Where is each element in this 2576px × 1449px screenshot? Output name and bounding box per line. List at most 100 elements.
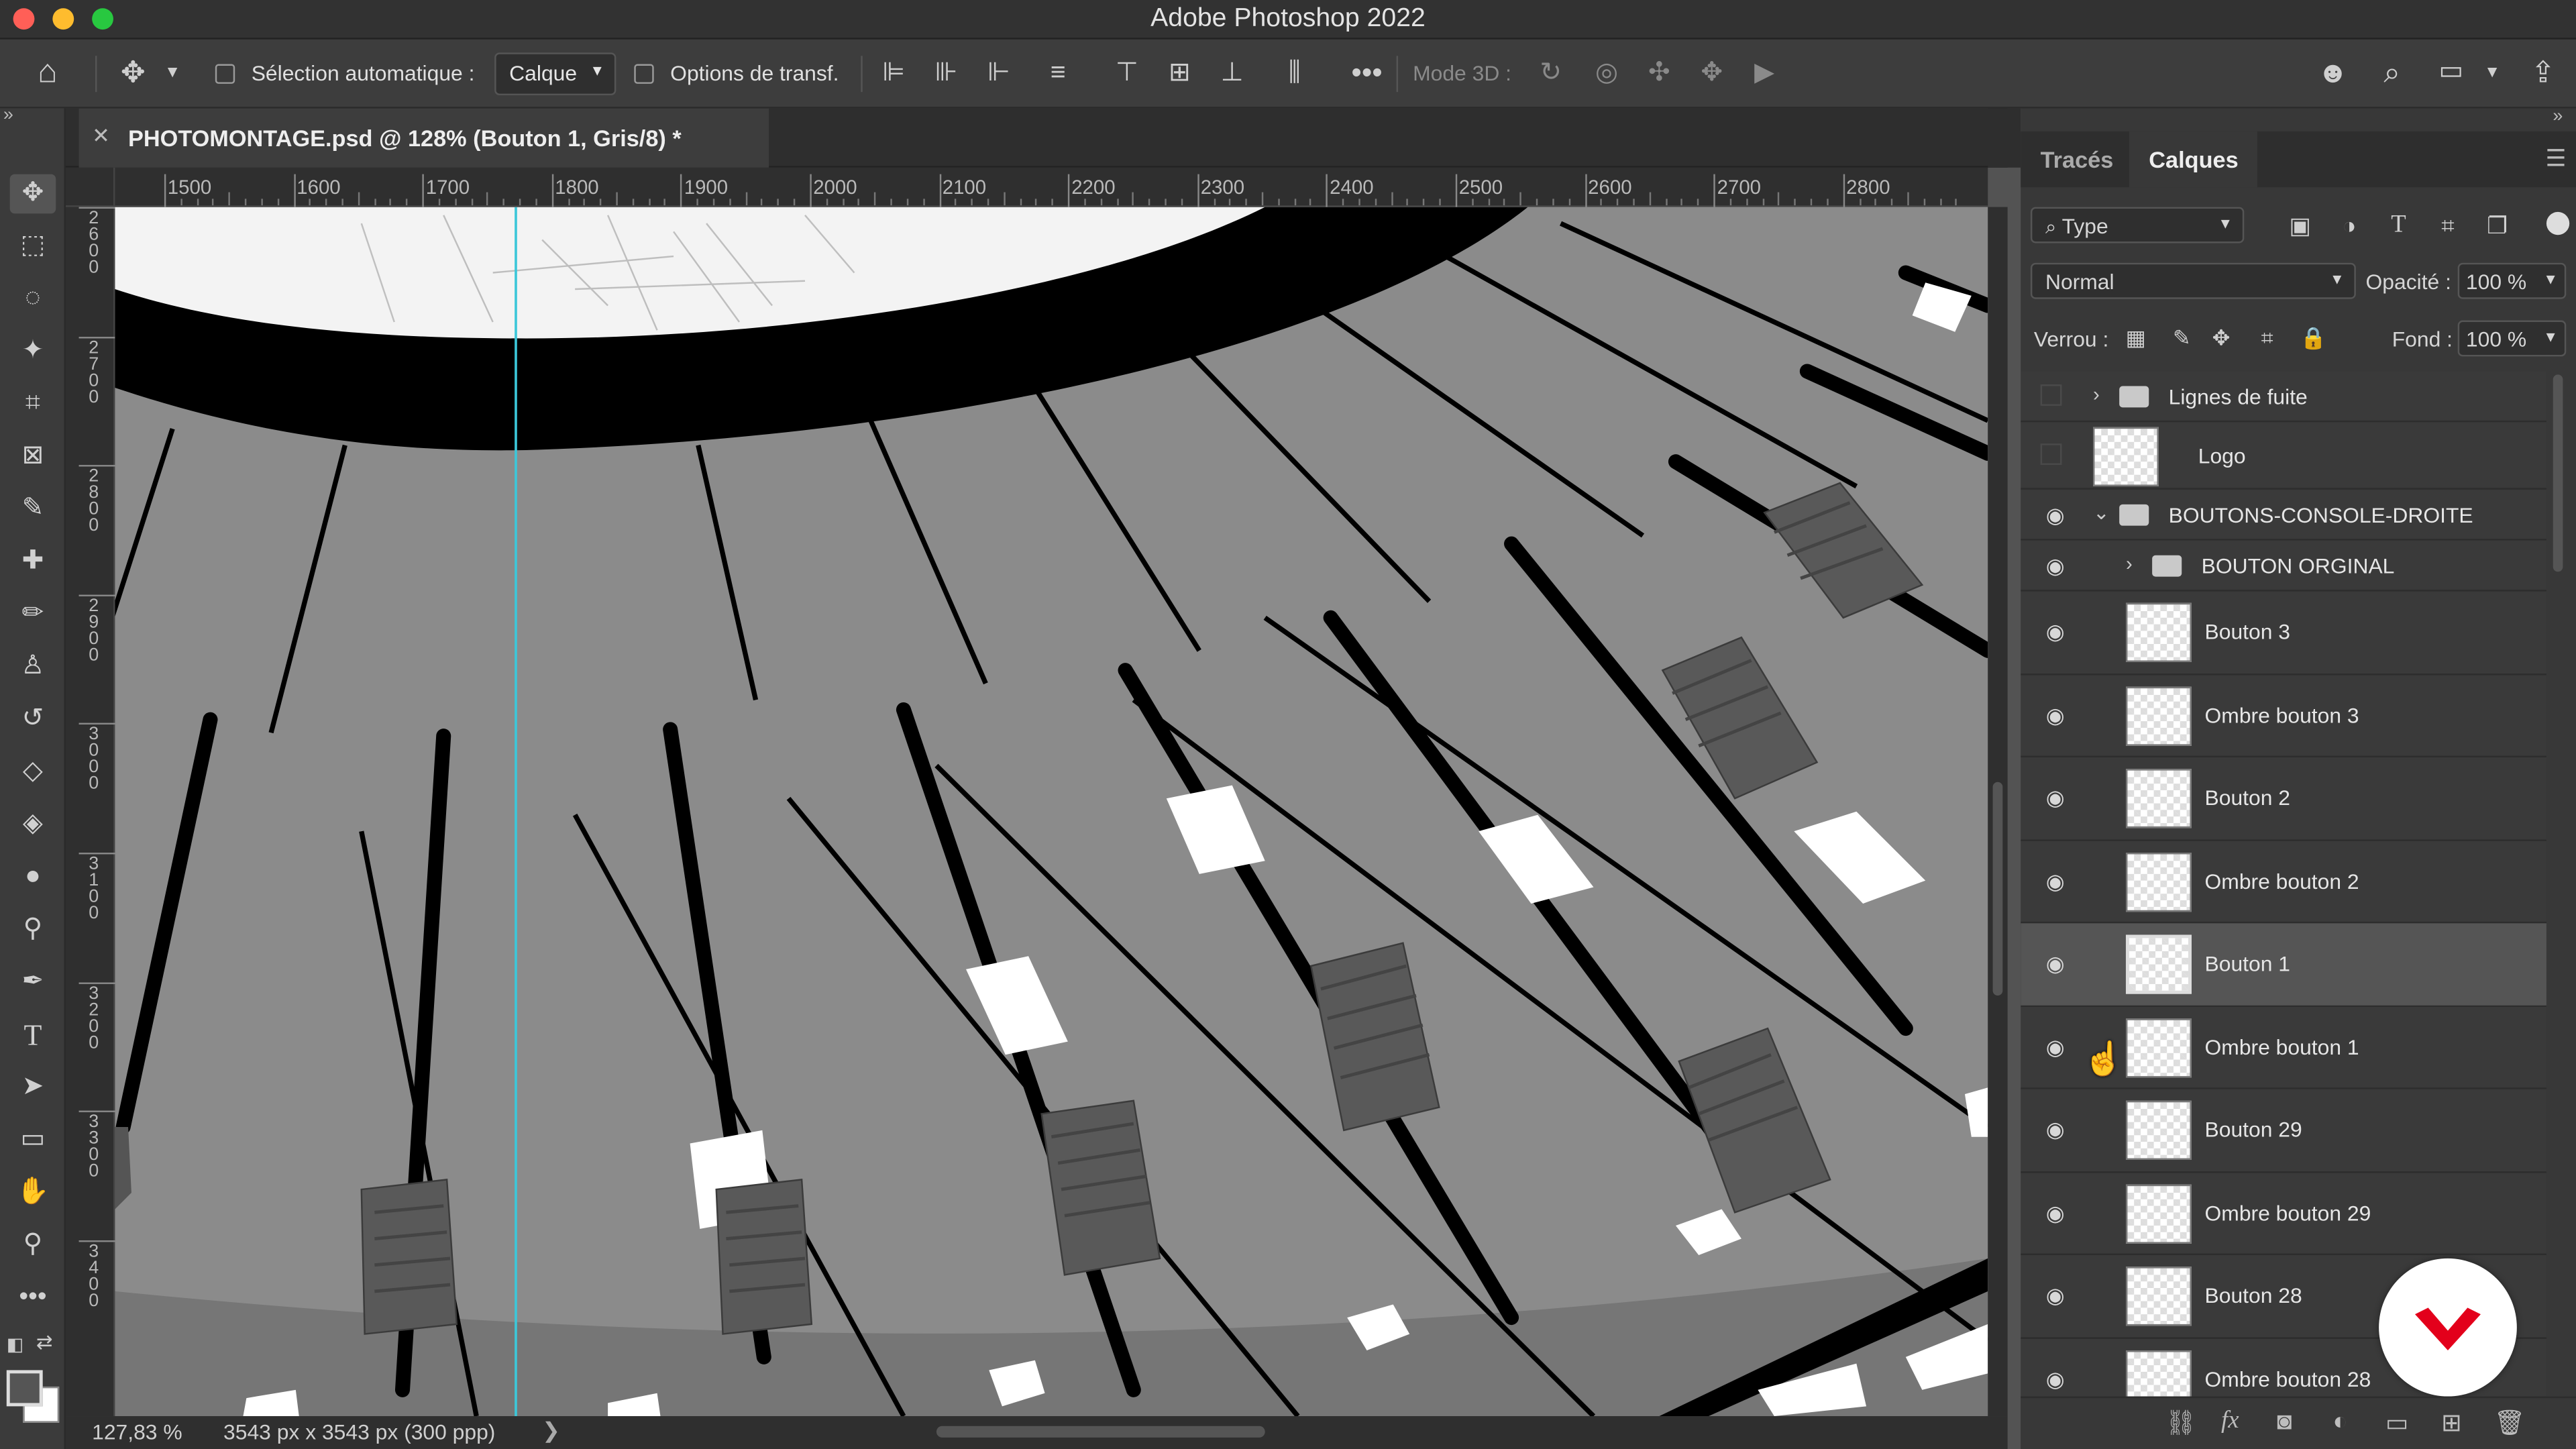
layer-name[interactable]: Bouton 1 xyxy=(2205,952,2290,977)
layer-thumbnail[interactable] xyxy=(2125,686,2192,746)
visibility-toggle-off[interactable] xyxy=(2040,383,2062,405)
vertical-scrollbar[interactable] xyxy=(1988,207,2008,1417)
layer-name[interactable]: BOUTONS-CONSOLE-DROITE xyxy=(2169,502,2473,527)
distribute-v-icon[interactable]: ⫼ xyxy=(1278,58,1311,91)
eye-icon[interactable]: ◉ xyxy=(2041,553,2070,578)
visibility-toggle-off[interactable] xyxy=(2040,443,2062,464)
layer-name[interactable]: Ombre bouton 29 xyxy=(2205,1201,2371,1226)
frame-tool-icon[interactable]: ⊠ xyxy=(10,437,56,476)
layer-thumbnail[interactable] xyxy=(2125,1184,2192,1244)
layer-thumbnail[interactable] xyxy=(2125,852,2192,912)
paint-bucket-tool-icon[interactable]: ◈ xyxy=(10,805,56,845)
layer-list-scrollbar-thumb[interactable] xyxy=(2553,374,2563,572)
slide-3d-icon[interactable]: ✥ xyxy=(1692,58,1731,91)
layer-row[interactable]: ◉ Bouton 2 xyxy=(2021,757,2546,841)
path-selection-tool-icon[interactable]: ➤ xyxy=(10,1068,56,1108)
layer-row[interactable]: ◉ Ombre bouton 2 xyxy=(2021,840,2546,924)
filter-pixel-icon[interactable]: ▣ xyxy=(2284,209,2316,241)
foreground-color-swatch[interactable] xyxy=(6,1370,43,1407)
layer-name[interactable]: Ombre bouton 3 xyxy=(2205,703,2359,728)
layer-name[interactable]: Ombre bouton 28 xyxy=(2205,1366,2371,1391)
filter-smart-object-icon[interactable]: ❐ xyxy=(2481,209,2514,241)
canvas[interactable] xyxy=(115,207,1988,1417)
layer-thumbnail[interactable] xyxy=(2125,1350,2192,1397)
healing-brush-tool-icon[interactable]: ✚ xyxy=(10,542,56,582)
chevron-down-icon[interactable]: ▼ xyxy=(2481,58,2504,91)
hand-tool-icon[interactable]: ✋ xyxy=(10,1173,56,1213)
eye-icon[interactable]: ◉ xyxy=(2041,869,2070,894)
align-top-icon[interactable]: ⊤ xyxy=(1111,58,1144,91)
collapse-panels-icon[interactable]: » xyxy=(2553,107,2563,126)
transform-options-checkbox[interactable] xyxy=(634,64,654,84)
zoom-tool-icon[interactable]: ⚲ xyxy=(10,1226,56,1265)
filter-shape-icon[interactable]: ⌗ xyxy=(2431,209,2464,241)
brush-tool-icon[interactable]: ✏ xyxy=(10,595,56,635)
filter-adjustment-icon[interactable]: ◑ xyxy=(2333,209,2366,241)
eye-icon[interactable]: ◉ xyxy=(2041,1034,2070,1059)
eyedropper-tool-icon[interactable]: ✎ xyxy=(10,490,56,529)
layer-group-row[interactable]: ◉ › BOUTON ORGINAL xyxy=(2021,540,2546,592)
layer-thumbnail[interactable] xyxy=(2125,603,2192,663)
layer-thumbnail[interactable] xyxy=(2125,935,2192,995)
share-icon[interactable]: ⇪ xyxy=(2524,56,2563,89)
eye-icon[interactable]: ◉ xyxy=(2041,1118,2070,1142)
eye-icon[interactable]: ◉ xyxy=(2041,502,2070,527)
layer-row[interactable]: ◉ Bouton 1 xyxy=(2021,923,2546,1007)
orbit-3d-icon[interactable]: ↻ xyxy=(1531,58,1570,91)
horizontal-scrollbar-thumb[interactable] xyxy=(936,1426,1265,1438)
layer-group-row[interactable]: › Lignes de fuite xyxy=(2021,371,2546,423)
camera-3d-icon[interactable]: ▶ xyxy=(1745,58,1784,91)
layer-name[interactable]: Ombre bouton 2 xyxy=(2205,869,2359,894)
eye-icon[interactable]: ◉ xyxy=(2041,1201,2070,1226)
layer-thumbnail[interactable] xyxy=(2125,769,2192,828)
align-middle-v-icon[interactable]: ⊞ xyxy=(1163,58,1196,91)
vertical-scrollbar-thumb[interactable] xyxy=(1992,782,2003,996)
lock-position-icon[interactable]: ✥ xyxy=(2208,322,2234,355)
eye-icon[interactable]: ◉ xyxy=(2041,952,2070,977)
chevron-right-icon[interactable]: › xyxy=(2093,382,2100,405)
layer-row[interactable]: ◉ Ombre bouton 3 xyxy=(2021,674,2546,757)
marquee-tool-icon[interactable]: ⬚ xyxy=(10,227,56,266)
drag-3d-icon[interactable]: ✣ xyxy=(1640,58,1679,91)
layer-row[interactable]: ◉ Bouton 29 xyxy=(2021,1089,2546,1173)
collapse-tools-icon[interactable]: » xyxy=(3,105,13,125)
align-right-icon[interactable]: ⊩ xyxy=(982,58,1015,91)
lasso-tool-icon[interactable]: ◌ xyxy=(10,279,56,319)
layer-name[interactable]: Bouton 3 xyxy=(2205,620,2290,645)
eye-icon[interactable]: ◉ xyxy=(2041,1366,2070,1391)
chevron-down-icon[interactable]: ▼ xyxy=(161,58,184,91)
close-icon[interactable]: ✕ xyxy=(92,123,110,150)
blur-tool-icon[interactable]: ● xyxy=(10,857,56,897)
align-bottom-icon[interactable]: ⊥ xyxy=(1216,58,1248,91)
move-tool-icon[interactable]: ✥ xyxy=(9,174,56,214)
align-left-icon[interactable]: ⊫ xyxy=(877,58,910,91)
type-tool-icon[interactable]: T xyxy=(10,1015,56,1055)
layer-name[interactable]: Logo xyxy=(2198,443,2246,468)
auto-select-dropdown[interactable]: Calque ▼ xyxy=(494,52,616,96)
layer-row[interactable]: ◉ Ombre bouton 29 xyxy=(2021,1172,2546,1256)
pen-tool-icon[interactable]: ✒ xyxy=(10,963,56,1002)
layer-name[interactable]: Lignes de fuite xyxy=(2169,384,2308,409)
lock-image-icon[interactable]: ✎ xyxy=(2169,322,2195,355)
layer-thumbnail[interactable] xyxy=(2125,1267,2192,1326)
distribute-h-icon[interactable]: ≡ xyxy=(1042,58,1075,91)
ruler-origin[interactable] xyxy=(65,167,115,207)
filter-type-icon[interactable]: T xyxy=(2382,209,2415,241)
document-tab[interactable]: ✕ PHOTOMONTAGE.psd @ 128% (Bouton 1, Gri… xyxy=(78,108,769,168)
layer-style-icon[interactable]: fx xyxy=(2221,1408,2239,1436)
filter-toggle[interactable] xyxy=(2546,211,2570,235)
link-layers-icon[interactable]: ⛓ xyxy=(2165,1408,2197,1438)
layer-name[interactable]: Bouton 28 xyxy=(2205,1283,2302,1308)
eye-icon[interactable]: ◉ xyxy=(2041,703,2070,728)
history-brush-tool-icon[interactable]: ↺ xyxy=(10,700,56,739)
home-icon[interactable]: ⌂ xyxy=(26,56,69,89)
search-icon[interactable]: ⌕ xyxy=(2372,56,2412,89)
layer-thumbnail[interactable] xyxy=(2125,1018,2192,1077)
blend-mode-dropdown[interactable]: Normal ▼ xyxy=(2030,262,2356,299)
eye-icon[interactable]: ◉ xyxy=(2041,786,2070,810)
move-tool-icon[interactable]: ✥ xyxy=(112,56,155,89)
align-center-h-icon[interactable]: ⊪ xyxy=(930,58,963,91)
new-layer-icon[interactable]: ⊞ xyxy=(2441,1408,2462,1438)
dodge-tool-icon[interactable]: ⚲ xyxy=(10,910,56,950)
new-group-icon[interactable]: ▭ xyxy=(2385,1408,2409,1438)
